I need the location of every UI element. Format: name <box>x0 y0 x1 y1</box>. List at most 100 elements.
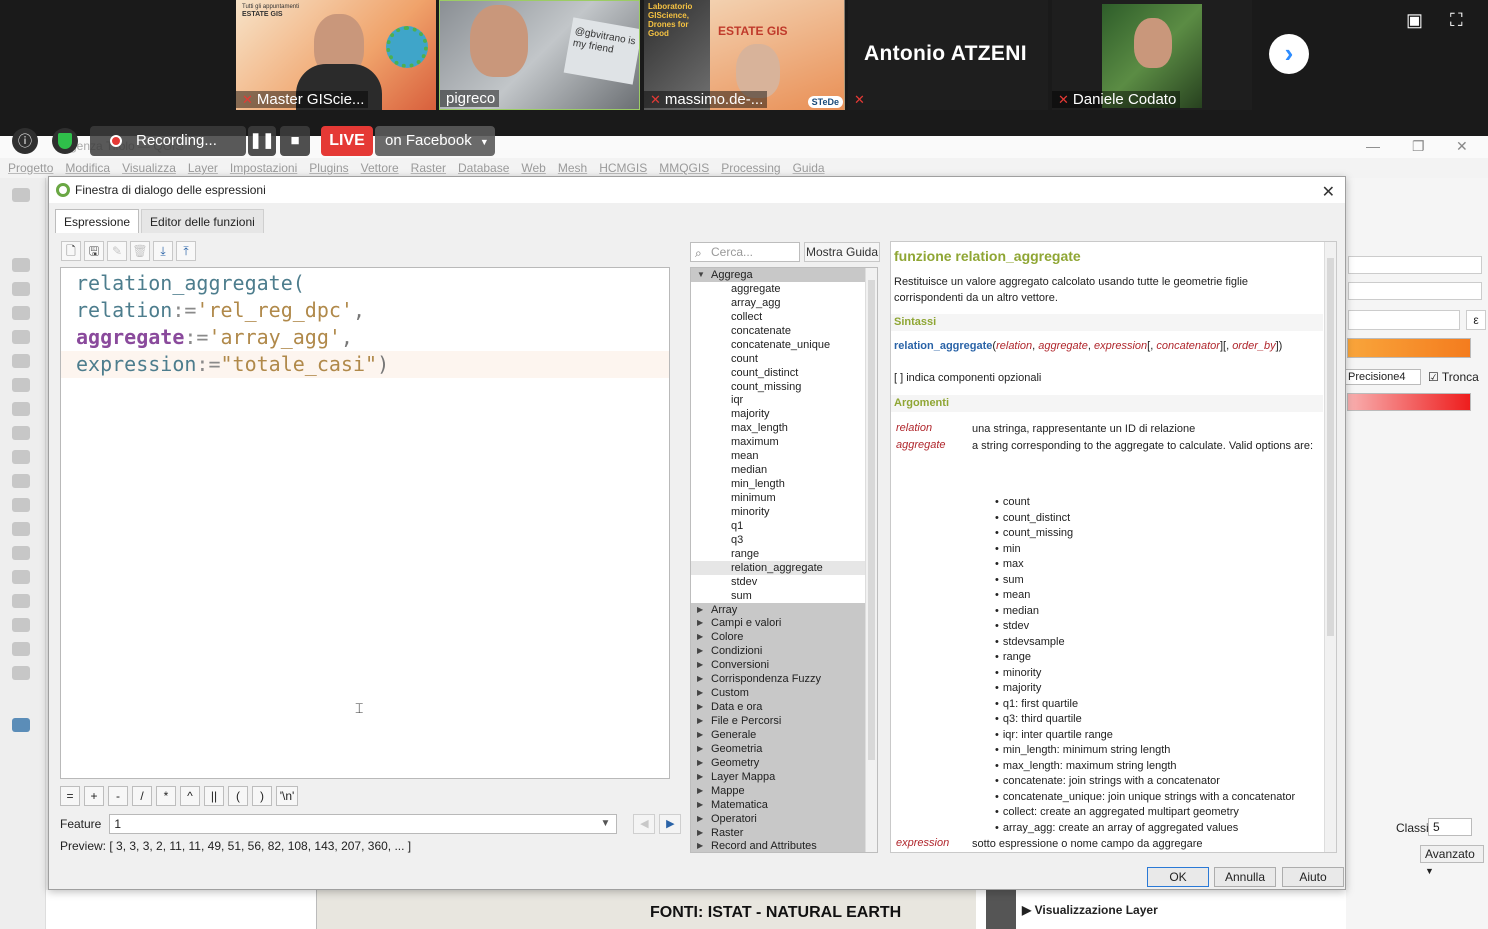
paste-icon[interactable] <box>12 426 30 440</box>
tronca-checkbox[interactable]: ☑ Tronca <box>1428 370 1479 384</box>
expression-icon[interactable]: ε <box>1466 310 1486 330</box>
edit-icon[interactable]: ✎ <box>107 241 127 261</box>
security-shield-icon[interactable] <box>52 128 78 154</box>
tree-group[interactable]: ▶ Raster <box>691 825 865 840</box>
tree-item-minimum[interactable]: minimum <box>691 491 877 505</box>
advanced-dropdown[interactable]: Avanzato ▼ <box>1420 845 1484 876</box>
tree-group[interactable]: ▶ File e Percorsi <box>691 714 865 728</box>
tree-group[interactable]: ▶ Record and Attributes <box>691 839 865 852</box>
menu-layer[interactable]: Layer <box>188 158 218 178</box>
tree-group[interactable]: ▶ Generale <box>691 727 865 742</box>
op-close-paren-button[interactable]: ) <box>252 786 272 806</box>
tree-group[interactable]: ▶ Matematica <box>691 797 865 812</box>
function-tree[interactable]: ▼ Aggrega aggregate array_agg collect concat… <box>690 267 878 853</box>
participant-tile-pigreco[interactable]: @gbvitrano is my friend pigreco <box>439 0 640 110</box>
merge-icon[interactable] <box>12 546 30 560</box>
help-scrollbar[interactable] <box>1324 242 1336 852</box>
menu-database[interactable]: Database <box>458 158 509 178</box>
copy-icon[interactable] <box>12 402 30 416</box>
split-icon[interactable] <box>12 522 30 536</box>
tree-group[interactable]: ▶ Colore <box>691 630 865 645</box>
participant-tile-master[interactable]: Tutti gli appuntamenti ESTATE GIS ✕ Maste… <box>236 0 436 110</box>
menu-mmqgis[interactable]: MMQGIS <box>659 158 709 178</box>
style-combo[interactable] <box>1348 256 1482 274</box>
tree-item-max-length[interactable]: max_length <box>691 421 877 435</box>
tree-item-iqr[interactable]: iqr <box>691 393 877 407</box>
menu-modifica[interactable]: Modifica <box>65 158 110 178</box>
rotate-icon[interactable] <box>12 570 30 584</box>
tree-group[interactable]: ▶ Campi e valori <box>691 616 865 631</box>
save-icon[interactable]: 🖫 <box>84 241 104 261</box>
menu-processing[interactable]: Processing <box>721 158 780 178</box>
tree-group[interactable]: ▶ Conversioni <box>691 658 865 673</box>
menu-guida[interactable]: Guida <box>793 158 825 178</box>
tree-group[interactable]: ▶ Custom <box>691 686 865 701</box>
export-icon[interactable]: ⤒ <box>176 241 196 261</box>
redo-icon[interactable] <box>12 474 30 488</box>
tree-group[interactable]: ▶ Corrispondenza Fuzzy <box>691 672 865 687</box>
help-button[interactable]: Aiuto <box>1282 867 1344 887</box>
delete-feature-icon[interactable] <box>12 354 30 368</box>
ok-button[interactable]: OK <box>1147 867 1209 887</box>
classi-spinbox[interactable]: 5 <box>1428 818 1472 836</box>
menu-hcmgis[interactable]: HCMGIS <box>599 158 647 178</box>
tree-item-aggregate[interactable]: aggregate <box>691 282 877 296</box>
delete-icon[interactable]: 🗑 <box>130 241 150 261</box>
reshape-icon[interactable] <box>12 642 30 656</box>
minimize-icon[interactable]: — <box>1366 138 1380 154</box>
tree-item-collect[interactable]: collect <box>691 310 877 324</box>
new-file-icon[interactable]: 🗋 <box>61 241 81 261</box>
panel-splitter[interactable] <box>986 890 1016 929</box>
chevron-right-icon[interactable]: › <box>1269 34 1309 74</box>
expression-editor[interactable]: relation_aggregate( relation:='rel_reg_d… <box>60 267 670 779</box>
tree-item-maximum[interactable]: maximum <box>691 435 877 449</box>
node-tool-icon[interactable] <box>12 282 30 296</box>
participant-tile-massimo[interactable]: Laboratorio GIScience, Drones for Good E… <box>644 0 845 110</box>
scroll-thumb[interactable] <box>1327 258 1334 636</box>
tree-item-min-length[interactable]: min_length <box>691 477 877 491</box>
participant-tile-daniele[interactable]: ✕ Daniele Codato <box>1052 0 1252 110</box>
tree-item-median[interactable]: median <box>691 463 877 477</box>
op-open-paren-button[interactable]: ( <box>228 786 248 806</box>
tree-item-minority[interactable]: minority <box>691 505 877 519</box>
tree-item-range[interactable]: range <box>691 547 877 561</box>
live-destination-dropdown[interactable]: on Facebook ▼ <box>375 126 495 156</box>
next-feature-icon[interactable]: ▶ <box>659 814 682 834</box>
tree-item-mean[interactable]: mean <box>691 449 877 463</box>
tab-editor-funzioni[interactable]: Editor delle funzioni <box>141 209 264 233</box>
tree-group[interactable]: ▶ Geometria <box>691 741 865 756</box>
menu-visualizza[interactable]: Visualizza <box>122 158 176 178</box>
fill-ring-icon[interactable] <box>12 666 30 680</box>
move-feature-icon[interactable] <box>12 330 30 344</box>
tree-group-aggrega[interactable]: ▼ Aggrega <box>691 268 865 282</box>
info-icon[interactable]: ⓘ <box>12 128 38 154</box>
op-concat-button[interactable]: || <box>204 786 224 806</box>
digitize-icon[interactable] <box>12 258 30 272</box>
tree-item-count-distinct[interactable]: count_distinct <box>691 366 877 380</box>
field-combo[interactable] <box>1348 282 1482 300</box>
menu-raster[interactable]: Raster <box>411 158 446 178</box>
tree-item-majority[interactable]: majority <box>691 407 877 421</box>
value-combo[interactable] <box>1348 310 1460 330</box>
fullscreen-icon[interactable]: ⛶ <box>1450 10 1463 31</box>
op-plus-button[interactable]: + <box>84 786 104 806</box>
color-ramp-orange[interactable] <box>1347 338 1471 358</box>
tree-group[interactable]: ▶ Array <box>691 602 865 617</box>
cancel-button[interactable]: Annulla <box>1214 867 1276 887</box>
undo-icon[interactable] <box>12 450 30 464</box>
add-feature-icon[interactable] <box>12 306 30 320</box>
op-minus-button[interactable]: - <box>108 786 128 806</box>
tree-item-q1[interactable]: q1 <box>691 519 877 533</box>
menu-plugins[interactable]: Plugins <box>309 158 348 178</box>
close-icon[interactable]: ✕ <box>1456 138 1468 155</box>
maximize-icon[interactable]: ❐ <box>1412 138 1425 155</box>
tree-group[interactable]: ▶ Layer Mappa <box>691 769 865 784</box>
color-ramp-red[interactable] <box>1347 393 1471 411</box>
cut-icon[interactable] <box>12 378 30 392</box>
tree-item-count-missing[interactable]: count_missing <box>691 380 877 394</box>
tree-group[interactable]: ▶ Geometry <box>691 755 865 770</box>
pause-icon[interactable]: ❚❚ <box>248 126 276 156</box>
tree-group[interactable]: ▶ Data e ora <box>691 700 865 714</box>
tree-group[interactable]: ▶ Operatori <box>691 811 865 826</box>
menu-mesh[interactable]: Mesh <box>558 158 587 178</box>
